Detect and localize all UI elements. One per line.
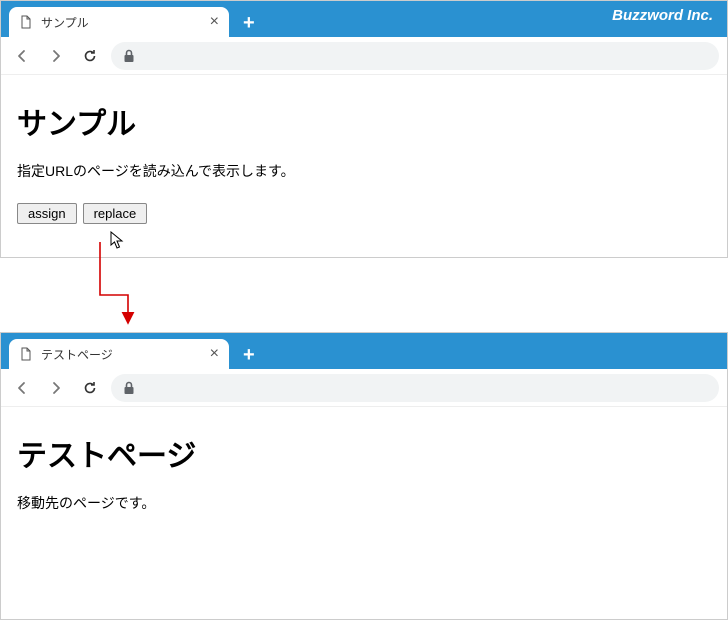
new-tab-button[interactable]: + xyxy=(229,345,269,369)
url-bar[interactable] xyxy=(111,42,719,70)
lock-icon xyxy=(123,49,135,63)
button-row: assign replace xyxy=(17,203,711,224)
lock-icon xyxy=(123,381,135,395)
page-heading: サンプル xyxy=(17,99,711,143)
browser-window-1: サンプル × + Buzzword Inc. サンプル 指定URLのページを読み… xyxy=(0,0,728,258)
toolbar xyxy=(1,369,727,407)
replace-button[interactable]: replace xyxy=(83,203,148,224)
reload-button[interactable] xyxy=(77,43,103,69)
file-icon xyxy=(19,15,33,29)
browser-window-2: テストページ × + テストページ 移動先のページです。 xyxy=(0,332,728,620)
file-icon xyxy=(19,347,33,361)
page-description: 指定URLのページを読み込んで表示します。 xyxy=(17,161,711,181)
page-heading: テストページ xyxy=(17,431,711,475)
toolbar xyxy=(1,37,727,75)
url-bar[interactable] xyxy=(111,374,719,402)
brand-label: Buzzword Inc. xyxy=(612,7,713,24)
close-icon[interactable]: × xyxy=(210,14,219,30)
back-button[interactable] xyxy=(9,43,35,69)
titlebar: サンプル × + Buzzword Inc. xyxy=(1,1,727,37)
new-tab-button[interactable]: + xyxy=(229,13,269,37)
browser-tab[interactable]: テストページ × xyxy=(9,339,229,369)
reload-button[interactable] xyxy=(77,375,103,401)
titlebar: テストページ × + xyxy=(1,333,727,369)
close-icon[interactable]: × xyxy=(210,346,219,362)
tab-label: サンプル xyxy=(41,14,202,31)
tab-label: テストページ xyxy=(41,346,202,363)
forward-button[interactable] xyxy=(43,375,69,401)
page-description: 移動先のページです。 xyxy=(17,493,711,513)
page-content: テストページ 移動先のページです。 xyxy=(1,407,727,549)
assign-button[interactable]: assign xyxy=(17,203,77,224)
browser-tab[interactable]: サンプル × xyxy=(9,7,229,37)
page-content: サンプル 指定URLのページを読み込んで表示します。 assign replac… xyxy=(1,75,727,238)
back-button[interactable] xyxy=(9,375,35,401)
forward-button[interactable] xyxy=(43,43,69,69)
